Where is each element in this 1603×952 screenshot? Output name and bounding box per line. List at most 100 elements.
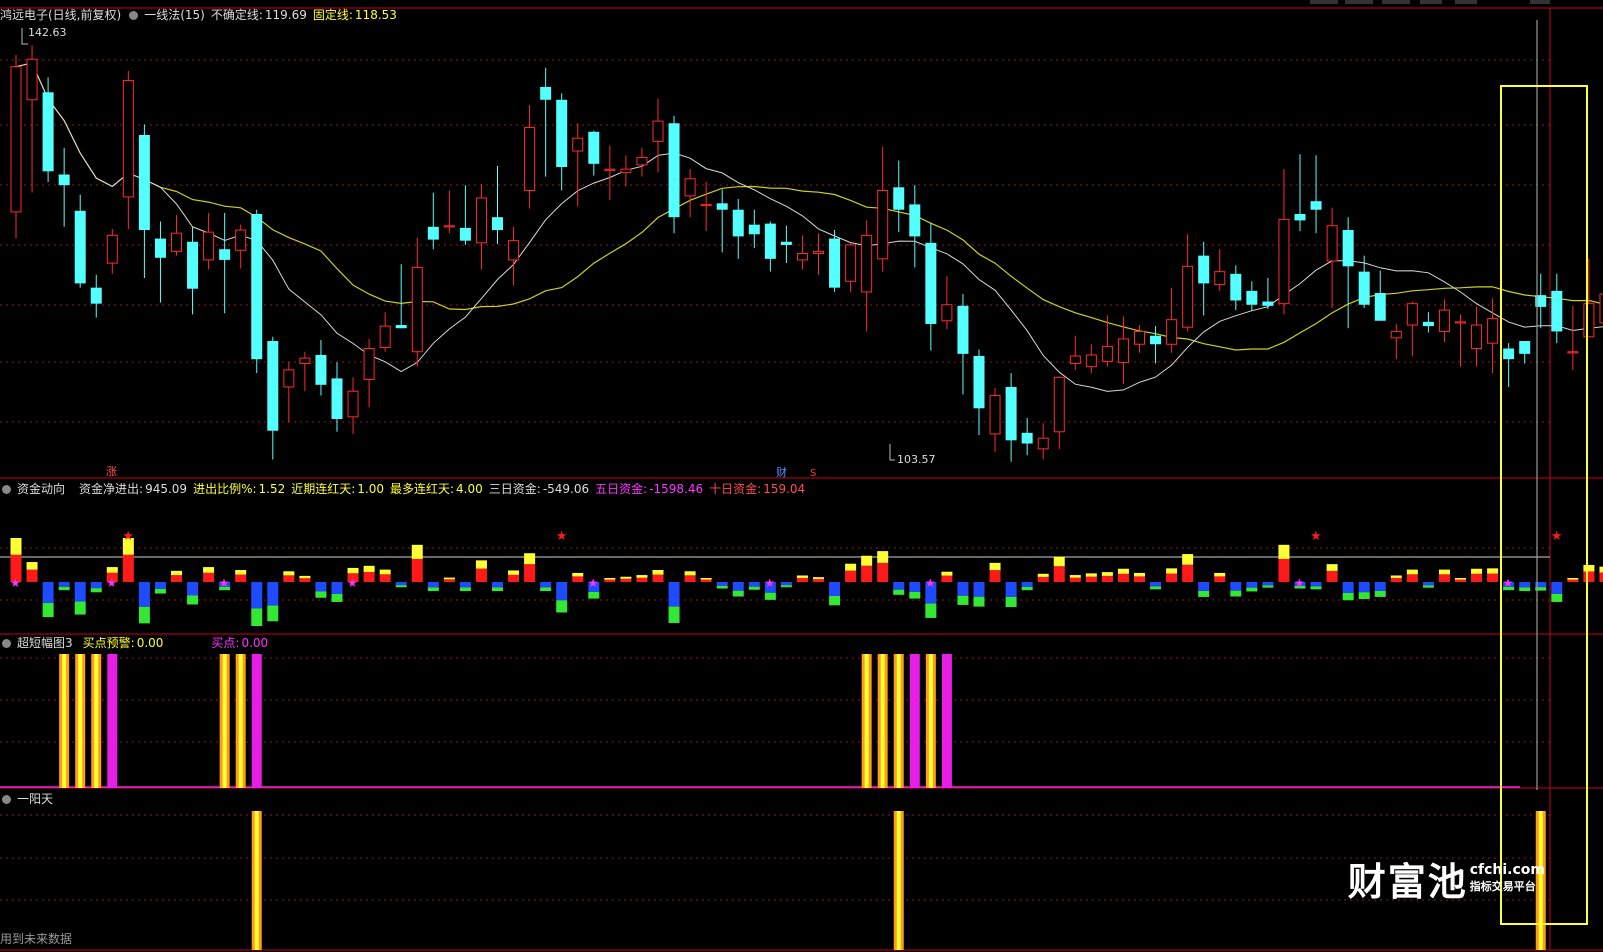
money-bar-red: [1182, 564, 1194, 582]
candle-body-down: [74, 210, 86, 284]
money-bar-red: [636, 577, 648, 582]
short-term-bars: [0, 654, 1520, 788]
yang-panel-title[interactable]: 一阳天: [17, 792, 53, 806]
collapse-circle-icon[interactable]: [2, 795, 11, 804]
candle: [748, 209, 760, 249]
indicator-name[interactable]: 一线法(15): [144, 8, 205, 22]
money-bar-blue: [1342, 582, 1354, 593]
money-bar-red: [475, 568, 487, 582]
candle: [925, 222, 937, 351]
candle-body-down: [556, 99, 568, 168]
candle: [74, 194, 86, 288]
money-bar: [989, 562, 1001, 582]
candle: [877, 146, 889, 272]
ratio-value: 1.52: [258, 482, 286, 496]
candle: [1519, 341, 1531, 364]
candle-body-down: [588, 131, 600, 164]
money-panel-title[interactable]: 资金动向: [17, 482, 65, 496]
money-bar: [748, 582, 760, 590]
candle: [508, 226, 520, 286]
money-bar-yellow: [347, 567, 359, 574]
candle-body-down: [251, 213, 263, 360]
money-bar-blue: [909, 582, 921, 592]
candle: [1471, 306, 1483, 367]
money-bar-green: [154, 588, 166, 594]
dropdown-circle-icon[interactable]: [129, 11, 139, 20]
money-bar: [395, 582, 407, 588]
collapse-circle-icon[interactable]: [2, 639, 11, 648]
money-bar: [1583, 564, 1595, 582]
money-bar-yellow: [604, 578, 616, 580]
candle: [154, 221, 166, 303]
candle: [957, 294, 969, 395]
candle: [1326, 207, 1338, 308]
candle: [780, 225, 792, 264]
short-bar-buy: [909, 654, 920, 788]
candle: [556, 93, 568, 191]
candle: [716, 189, 728, 253]
money-bar-red: [1326, 570, 1338, 582]
money-bar-yellow: [1406, 569, 1418, 575]
short-bar-buy: [941, 654, 952, 788]
money-bar-yellow: [379, 569, 391, 575]
candle: [58, 147, 70, 227]
candle: [813, 233, 824, 275]
money-bar-green: [1358, 592, 1370, 600]
candle-body-up: [411, 266, 423, 353]
money-bar: [893, 582, 905, 595]
candle: [187, 226, 199, 315]
candle: [267, 336, 279, 460]
money-bar-yellow: [1278, 544, 1290, 559]
money-bar-yellow: [1487, 568, 1499, 574]
money-bar-green: [893, 589, 905, 595]
money-bar-blue: [1198, 582, 1210, 591]
candle-body-up: [443, 225, 455, 228]
candle-body-down: [764, 223, 776, 259]
candle-body-up: [106, 234, 118, 264]
candle: [427, 192, 439, 250]
stock-chart[interactable]: ★ ★ ★ ★ ★ ★ ★ ★ ★ ★ ★ ★ ★ 142.63 103.57 涨 财 S: [0, 0, 1603, 952]
money-bar-red: [1390, 577, 1402, 582]
money-bar-yellow: [235, 570, 247, 575]
money-bar: [1069, 575, 1081, 582]
money-bar-green: [556, 600, 568, 613]
watermark-url: cfchi.com: [1469, 862, 1545, 878]
money-bar: [379, 569, 391, 582]
money-bar-blue: [267, 582, 279, 606]
money-bar: [1390, 575, 1402, 582]
money-bar: [556, 582, 568, 613]
money-bar: [42, 582, 54, 618]
money-bar-yellow: [1053, 556, 1065, 567]
candle: [1230, 265, 1242, 311]
candle: [219, 212, 231, 314]
candle: [845, 242, 857, 292]
money-bar: [26, 562, 38, 582]
candle: [299, 351, 311, 392]
money-bar-blue: [315, 582, 327, 592]
money-bar-blue: [1551, 582, 1563, 594]
money-bar-green: [395, 585, 407, 588]
money-bar-blue: [138, 582, 150, 607]
money-bar: [1551, 582, 1563, 602]
money-bar-blue: [1519, 582, 1531, 588]
candle: [668, 115, 680, 234]
candle: [1262, 278, 1274, 310]
money-bar: [331, 582, 343, 602]
short-panel-title[interactable]: 超短幅图3: [17, 636, 73, 650]
candle-body-up: [989, 394, 1001, 435]
money-bar: [1085, 573, 1097, 582]
money-bar-red: [1455, 579, 1466, 582]
money-bar-yellow: [700, 578, 712, 580]
candle: [893, 160, 905, 233]
money-bar-red: [700, 579, 712, 582]
finance-marker: 财: [776, 465, 787, 479]
stock-name[interactable]: 鸿远电子(日线,前复权): [0, 8, 121, 22]
money-bar-red: [379, 574, 391, 582]
money-bar-red: [299, 578, 311, 582]
candlestick-series: [10, 45, 1603, 462]
money-bar: [1198, 582, 1210, 597]
money-bar: [1374, 582, 1386, 597]
collapse-circle-icon[interactable]: [2, 485, 11, 494]
money-bar: [1246, 582, 1258, 592]
money-bar: [1117, 568, 1129, 582]
